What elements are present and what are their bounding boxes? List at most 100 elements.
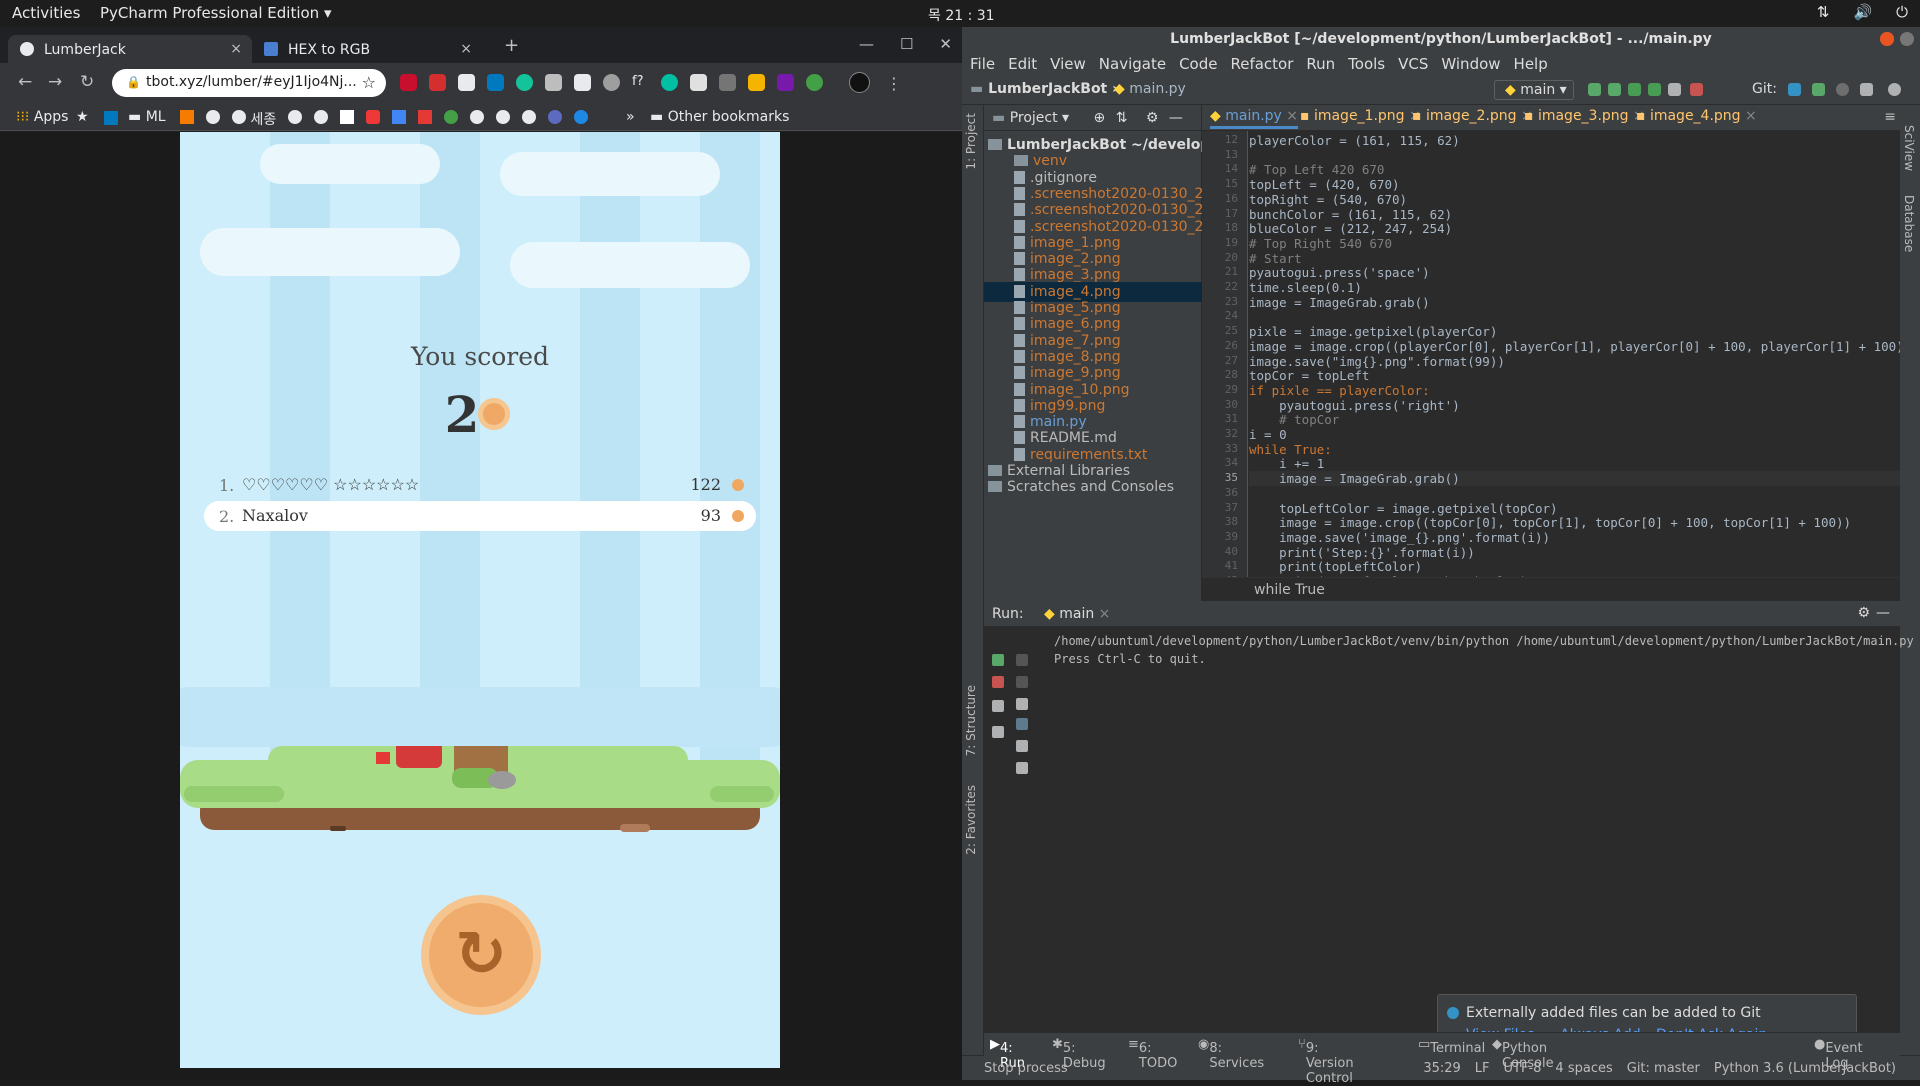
tab-lumberjack[interactable]: LumberJack × <box>8 35 252 63</box>
bookmark-icon[interactable] <box>180 110 194 124</box>
console-output[interactable]: /home/ubuntuml/development/python/Lumber… <box>1054 632 1914 668</box>
indent-setting[interactable]: 4 spaces <box>1555 1061 1612 1076</box>
breadcrumb-project[interactable]: ▬ LumberJackBot › <box>970 81 1118 97</box>
extension-icon[interactable] <box>690 74 707 91</box>
menu-refactor[interactable]: Refactor <box>1230 55 1293 75</box>
extension-icon[interactable] <box>487 74 504 91</box>
stop-icon[interactable] <box>992 676 1004 688</box>
close-window-icon[interactable] <box>1880 32 1894 46</box>
bookmark-korean[interactable]: 세종 <box>232 109 276 129</box>
address-bar[interactable]: 🔒 tbot.xyz/lumber/#eyJ1Ijo4Nj... ☆ <box>112 69 386 97</box>
close-tab-icon[interactable]: × <box>1745 108 1757 124</box>
close-tab-icon[interactable]: × <box>1099 606 1111 622</box>
bookmark-icon[interactable] <box>314 110 328 128</box>
bookmark-icon[interactable] <box>206 110 220 128</box>
collapse-icon[interactable]: ⇅ <box>1116 110 1128 126</box>
network-icon[interactable]: ⇅ <box>1817 3 1830 21</box>
layout-icon[interactable] <box>992 700 1004 712</box>
tab-hex-to-rgb[interactable]: HEX to RGB × <box>252 35 482 63</box>
python-interpreter[interactable]: Python 3.6 (LumberJackBot) <box>1714 1061 1896 1076</box>
bookmark-star[interactable]: ★ <box>76 109 89 125</box>
project-tree-item[interactable]: Scratches and Consoles <box>984 477 1202 497</box>
menu-code[interactable]: Code <box>1179 55 1217 75</box>
medium-icon[interactable] <box>340 110 354 124</box>
breadcrumb-file[interactable]: ◆ main.py <box>1114 81 1186 97</box>
extension-icon[interactable]: f? <box>632 74 649 91</box>
bookmark-icon[interactable] <box>444 110 458 124</box>
more-bookmarks-icon[interactable]: » <box>626 109 635 125</box>
menu-window[interactable]: Window <box>1441 55 1500 75</box>
other-bookmarks[interactable]: ▬ Other bookmarks <box>650 109 789 125</box>
menu-view[interactable]: View <box>1050 55 1086 75</box>
menu-icon[interactable]: ⋮ <box>886 74 902 93</box>
extension-icon[interactable] <box>516 74 533 91</box>
project-view-select[interactable]: ▬ Project ▾ <box>992 110 1069 126</box>
reload-icon[interactable]: ↻ <box>80 72 94 92</box>
pin-icon[interactable] <box>992 726 1004 738</box>
extension-icon[interactable] <box>777 74 794 91</box>
app-menu[interactable]: PyCharm Professional Edition ▾ <box>100 4 332 22</box>
volume-icon[interactable]: 🔊 <box>1853 3 1872 21</box>
editor-tab-image-4[interactable]: ▪ image_4.png × <box>1636 108 1757 124</box>
clock[interactable]: 목 21 : 31 <box>928 5 995 25</box>
editor-tab-image-2[interactable]: ▪ image_2.png × <box>1412 108 1533 124</box>
profile-icon[interactable] <box>1648 83 1661 96</box>
extension-icon[interactable] <box>400 74 417 91</box>
extension-icon[interactable] <box>429 74 446 91</box>
git-commit-icon[interactable] <box>1812 83 1825 96</box>
menu-navigate[interactable]: Navigate <box>1099 55 1166 75</box>
tool-tab-sciview[interactable]: SciView <box>1902 125 1916 171</box>
code-breadcrumb[interactable]: while True <box>1202 577 1900 601</box>
soft-wrap-icon[interactable] <box>1016 698 1028 710</box>
replay-button[interactable]: ↻ <box>421 895 541 1015</box>
tool-tab-run[interactable]: ▶ 4: Run <box>990 1037 1025 1071</box>
new-tab-button[interactable]: + <box>504 35 519 56</box>
tool-tab-terminal[interactable]: ▭ Terminal <box>1418 1037 1485 1056</box>
maximize-icon[interactable] <box>1900 32 1914 46</box>
menu-edit[interactable]: Edit <box>1008 55 1037 75</box>
activities-button[interactable]: Activities <box>12 4 80 22</box>
up-arrow-icon[interactable] <box>1016 654 1028 666</box>
line-separator[interactable]: LF <box>1475 1061 1490 1076</box>
bookmark-icon[interactable] <box>470 110 484 128</box>
rerun-icon[interactable] <box>1588 83 1601 96</box>
history-icon[interactable] <box>1836 83 1849 96</box>
down-arrow-icon[interactable] <box>1016 676 1028 688</box>
profile-avatar[interactable] <box>849 72 870 93</box>
tool-tab-favorites[interactable]: 2: Favorites <box>964 785 978 855</box>
close-tab-icon[interactable]: × <box>230 41 242 57</box>
menu-run[interactable]: Run <box>1306 55 1335 75</box>
pocket-icon[interactable] <box>366 110 380 124</box>
bookmark-icon[interactable] <box>496 110 510 128</box>
debug-icon[interactable] <box>1608 83 1621 96</box>
maximize-icon[interactable]: ☐ <box>900 35 913 53</box>
tool-tab-database[interactable]: Database <box>1902 195 1916 252</box>
bookmark-star-icon[interactable]: ☆ <box>362 73 376 92</box>
trello-icon[interactable] <box>104 111 118 125</box>
menu-file[interactable]: File <box>970 55 995 75</box>
menu-help[interactable]: Help <box>1514 55 1548 75</box>
menu-tools[interactable]: Tools <box>1348 55 1385 75</box>
stop-icon[interactable] <box>1690 83 1703 96</box>
trash-icon[interactable] <box>1016 762 1028 774</box>
bookmark-icon[interactable] <box>418 110 432 124</box>
editor-tab-image-1[interactable]: ▪ image_1.png × <box>1300 108 1421 124</box>
power-icon[interactable]: ⏻ <box>1896 3 1908 21</box>
tool-tab-event-log[interactable]: ● Event Log <box>1814 1037 1863 1071</box>
back-icon[interactable]: ← <box>18 72 32 92</box>
bookmark-icon[interactable] <box>288 110 302 128</box>
git-update-icon[interactable] <box>1788 83 1801 96</box>
close-tab-icon[interactable]: × <box>460 41 472 57</box>
run-tab-main[interactable]: ◆ main × <box>1044 606 1110 622</box>
minimize-icon[interactable]: — <box>859 35 874 53</box>
run-config-select[interactable]: ◆ main ▾ <box>1494 80 1574 100</box>
tool-tab-project[interactable]: 1: Project <box>964 113 978 170</box>
hide-icon[interactable]: — <box>1169 110 1183 126</box>
gear-icon[interactable]: ⚙ <box>1146 110 1159 126</box>
search-icon[interactable] <box>1888 83 1901 96</box>
tool-tab-debug[interactable]: ✱ 5: Debug <box>1052 1037 1106 1071</box>
lock-icon[interactable]: 🔒 <box>126 75 141 89</box>
bookmark-ml-folder[interactable]: ▬ ML <box>128 109 166 125</box>
file-encoding[interactable]: UTF-8 <box>1504 1061 1542 1076</box>
code-editor[interactable]: playerColor = (161, 115, 62) # Top Left 4… <box>1249 131 1900 577</box>
